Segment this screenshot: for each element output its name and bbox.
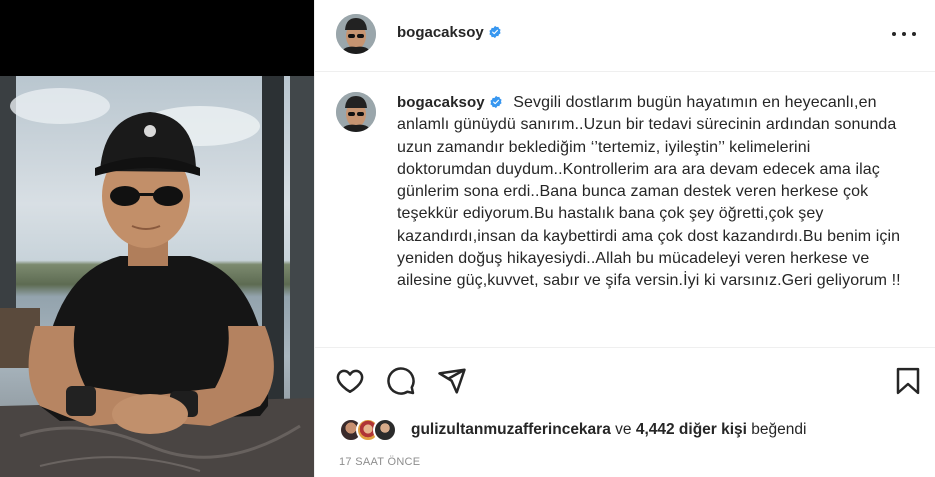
post-media[interactable] xyxy=(0,0,314,477)
more-dot xyxy=(892,32,896,36)
more-dot xyxy=(902,32,906,36)
caption-username[interactable]: bogacaksoy xyxy=(397,94,503,111)
author-username-text[interactable]: bogacaksoy xyxy=(397,24,484,41)
caption-author-avatar[interactable] xyxy=(336,92,376,132)
post-timestamp[interactable]: 17 SAAT ÖNCE xyxy=(339,456,420,468)
caption-text: Sevgili dostlarım bugün hayatımın en hey… xyxy=(397,94,901,290)
likes-connector: ve xyxy=(615,421,632,438)
share-icon[interactable] xyxy=(437,366,467,396)
comment-icon[interactable] xyxy=(386,366,416,396)
liker-avatars[interactable] xyxy=(339,418,401,442)
liker-avatar[interactable] xyxy=(373,418,397,442)
likes-suffix: beğendi xyxy=(751,421,807,438)
author-avatar[interactable] xyxy=(336,14,376,54)
post-panel: bogacaksoy bogacaksoy Sevgili dostlarım … xyxy=(314,0,935,477)
verified-badge-icon xyxy=(490,95,502,109)
avatar-image xyxy=(336,14,376,54)
verified-badge-icon xyxy=(489,25,501,39)
post-actions xyxy=(315,360,935,400)
post-caption: bogacaksoy Sevgili dostlarım bugün hayat… xyxy=(397,92,907,293)
more-options-icon[interactable] xyxy=(892,24,916,44)
avatar-image xyxy=(336,92,376,132)
heart-icon[interactable] xyxy=(335,366,365,396)
caption-username-text[interactable]: bogacaksoy xyxy=(397,94,485,111)
more-dot xyxy=(912,32,916,36)
caption-area: bogacaksoy Sevgili dostlarım bugün hayat… xyxy=(315,72,935,348)
other-likers-link[interactable]: 4,442 diğer kişi xyxy=(636,421,747,438)
likes-summary: gulizultanmuzafferincekara ve 4,442 diğe… xyxy=(339,418,806,442)
post-header: bogacaksoy xyxy=(315,0,935,72)
first-liker-link[interactable]: gulizultanmuzafferincekara xyxy=(411,421,611,438)
likes-text: gulizultanmuzafferincekara ve 4,442 diğe… xyxy=(411,421,806,439)
bookmark-icon[interactable] xyxy=(893,366,923,396)
photo-illustration xyxy=(0,76,314,477)
post-photo[interactable] xyxy=(0,76,314,477)
author-username[interactable]: bogacaksoy xyxy=(397,24,502,41)
